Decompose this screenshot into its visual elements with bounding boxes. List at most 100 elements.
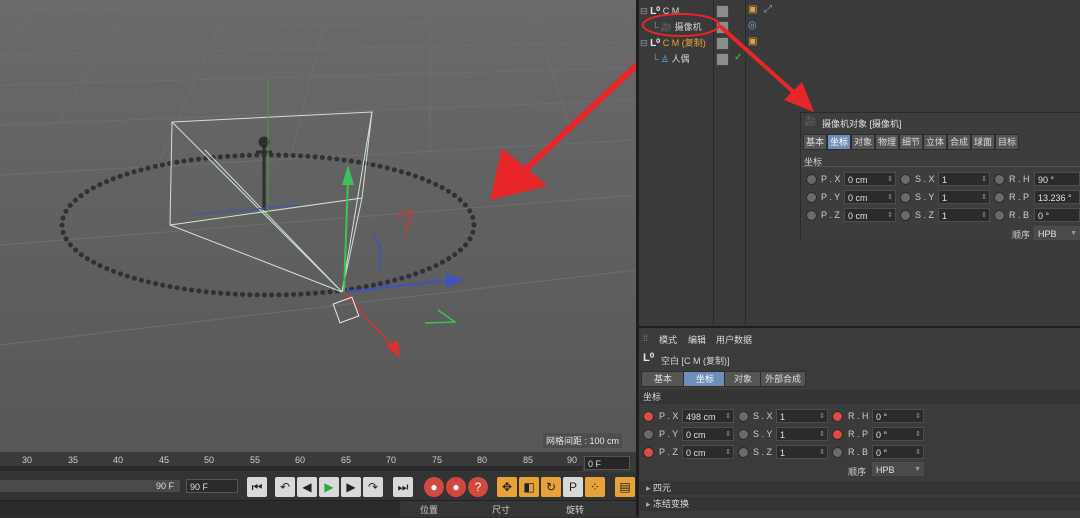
record-parameter-button[interactable]: P	[563, 477, 583, 497]
tab-coord[interactable]: 坐标	[683, 371, 727, 387]
animate-radio[interactable]	[738, 447, 749, 458]
grip-icon: ⁞⁞	[643, 333, 649, 343]
rotation-b-field[interactable]: 0 ° ⇕	[872, 445, 924, 459]
field-label: R . H	[1009, 174, 1030, 184]
position-z-field[interactable]: 0 cm ⇕	[682, 445, 734, 459]
scale-y-field[interactable]: 1 ⇕	[776, 427, 828, 441]
animate-radio[interactable]	[994, 174, 1005, 185]
collapsible-section-quaternion[interactable]: ▸ 四元	[640, 481, 1080, 495]
field-label: R . H	[848, 411, 869, 421]
position-z-field[interactable]: 0 cm ⇕	[844, 208, 896, 222]
position-y-field[interactable]: 0 cm ⇕	[682, 427, 734, 441]
end-frame-field[interactable]: 90 F	[186, 479, 238, 493]
timeline-tick: 30	[21, 455, 33, 465]
collapsible-section-freeze-transform[interactable]: ▸ 冻结变换	[640, 497, 1080, 511]
record-point-level-button[interactable]: ⁘	[585, 477, 605, 497]
camera-icon: 🎥	[804, 116, 817, 127]
go-to-end-button[interactable]: ⏭	[393, 477, 413, 497]
animate-radio[interactable]	[832, 429, 843, 440]
play-button[interactable]: ▶	[319, 477, 339, 497]
record-active-objects-button[interactable]: ●	[424, 477, 444, 497]
field-label: S . Z	[753, 447, 773, 457]
autokey-button[interactable]: ●	[446, 477, 466, 497]
previous-frame-button[interactable]: ◀	[297, 477, 317, 497]
position-x-field[interactable]: 498 cm ⇕	[682, 409, 734, 423]
go-to-start-button[interactable]: ⏮	[247, 477, 267, 497]
rotation-h-field[interactable]: 0 ° ⇕	[872, 409, 924, 423]
expand-arrow-icon: ▸	[646, 483, 651, 493]
menu-user-data[interactable]: 用户数据	[716, 333, 752, 346]
field-label: P . Y	[659, 429, 679, 439]
camera-panel-title: 摄像机对象 [摄像机]	[822, 119, 902, 129]
animate-radio[interactable]	[643, 411, 654, 422]
animate-radio[interactable]	[900, 192, 911, 203]
scale-z-field[interactable]: 1 ⇕	[938, 208, 990, 222]
previous-key-button[interactable]: ↶	[275, 477, 295, 497]
scale-z-field[interactable]: 1 ⇕	[776, 445, 828, 459]
tab-basic[interactable]: 基本	[803, 134, 828, 150]
timeline-window-button[interactable]: ▤	[615, 477, 635, 497]
field-label: S . X	[915, 174, 935, 184]
rotation-p-field[interactable]: 13.236 °	[1034, 190, 1080, 204]
animate-radio[interactable]	[900, 210, 911, 221]
tab-target[interactable]: 目标	[995, 134, 1020, 150]
menu-mode[interactable]: 模式	[659, 333, 677, 346]
bottom-left-bar	[0, 500, 400, 517]
animate-radio[interactable]	[832, 411, 843, 422]
animate-radio[interactable]	[806, 210, 817, 221]
timeline-tick: 65	[340, 455, 352, 465]
record-rotation-button[interactable]: ↻	[541, 477, 561, 497]
scale-x-field[interactable]: 1 ⇕	[776, 409, 828, 423]
animate-radio[interactable]	[994, 192, 1005, 203]
tab-basic[interactable]: 基本	[641, 371, 685, 387]
tab-coord[interactable]: 坐标	[827, 134, 852, 150]
animate-radio[interactable]	[806, 192, 817, 203]
field-label: P . Z	[659, 447, 678, 457]
object-row[interactable]: └ ♙ 人偶	[652, 51, 690, 67]
scale-y-field[interactable]: 1 ⇕	[938, 190, 990, 204]
animate-radio[interactable]	[900, 174, 911, 185]
preview-range-slider[interactable]: 90 F	[0, 480, 180, 492]
null-object-icon: L⁰	[643, 352, 655, 364]
animate-radio[interactable]	[994, 210, 1005, 221]
record-scale-button[interactable]: ◧	[519, 477, 539, 497]
tab-details[interactable]: 细节	[899, 134, 924, 150]
rotation-b-field[interactable]: 0 °	[1034, 208, 1080, 222]
tab-stereo[interactable]: 立体	[923, 134, 948, 150]
rotation-order-select[interactable]: HPB ▼	[1034, 226, 1080, 240]
target-tag-icon[interactable]: ⤢	[764, 4, 772, 15]
tab-spherical[interactable]: 球面	[971, 134, 996, 150]
timeline-tick: 85	[522, 455, 534, 465]
timeline-track[interactable]	[0, 466, 582, 471]
animate-radio[interactable]	[806, 174, 817, 185]
record-position-button[interactable]: ✥	[497, 477, 517, 497]
rotation-p-field[interactable]: 0 ° ⇕	[872, 427, 924, 441]
position-y-field[interactable]: 0 cm ⇕	[844, 190, 896, 204]
next-key-button[interactable]: ↷	[363, 477, 383, 497]
timeline-tick: 55	[249, 455, 261, 465]
tab-physical[interactable]: 物理	[875, 134, 900, 150]
field-label: P . X	[821, 174, 841, 184]
tab-external-composition[interactable]: 外部合成	[760, 371, 806, 387]
menu-edit[interactable]: 编辑	[688, 333, 706, 346]
expand-arrow-icon: ▸	[646, 499, 651, 509]
field-label: S . X	[753, 411, 773, 421]
animate-radio[interactable]	[832, 447, 843, 458]
rotation-h-field[interactable]: 90 °	[1034, 172, 1080, 186]
tab-object[interactable]: 对象	[851, 134, 876, 150]
next-frame-button[interactable]: ▶	[341, 477, 361, 497]
tab-object[interactable]: 对象	[724, 371, 762, 387]
rotation-order-select[interactable]: HPB ▼	[872, 462, 924, 476]
animate-radio[interactable]	[738, 411, 749, 422]
keyframe-selection-button[interactable]: ?	[468, 477, 488, 497]
scale-x-field[interactable]: 1 ⇕	[938, 172, 990, 186]
timeline-tick: 50	[203, 455, 215, 465]
animate-radio[interactable]	[738, 429, 749, 440]
tab-composition[interactable]: 合成	[947, 134, 972, 150]
3d-viewport[interactable]: 网格间距 : 100 cm	[0, 0, 636, 452]
position-x-field[interactable]: 0 cm ⇕	[844, 172, 896, 186]
timeline-tick: 35	[67, 455, 79, 465]
current-frame-field[interactable]: 0 F	[584, 456, 630, 470]
animate-radio[interactable]	[643, 429, 654, 440]
animate-radio[interactable]	[643, 447, 654, 458]
